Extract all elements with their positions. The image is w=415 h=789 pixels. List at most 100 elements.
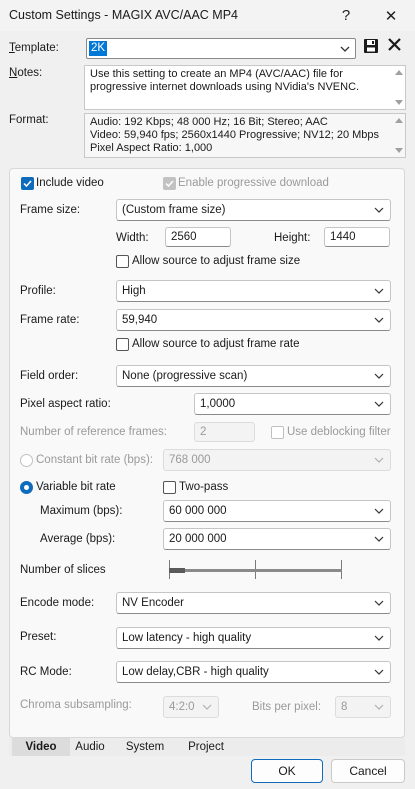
height-value: 1440 xyxy=(330,231,356,243)
format-scrollbar[interactable] xyxy=(394,116,404,155)
slices-slider-thumb[interactable] xyxy=(169,568,185,573)
pixel-aspect-dropdown[interactable]: 1,0000 xyxy=(194,393,391,415)
tab-bar: Video Audio System Project xyxy=(9,738,405,756)
tab-audio[interactable]: Audio xyxy=(70,738,110,756)
profile-label: Profile: xyxy=(20,285,56,297)
format-line-par: Pixel Aspect Ratio: 1,000 xyxy=(90,142,213,154)
profile-dropdown[interactable]: High xyxy=(116,280,391,302)
two-pass-label: Two-pass xyxy=(179,481,229,493)
format-line-video: Video: 59,940 fps; 2560x1440 Progressive… xyxy=(90,129,380,141)
encode-mode-label: Encode mode: xyxy=(20,597,95,609)
close-icon: ✕ xyxy=(384,7,398,25)
frame-size-value: (Custom frame size) xyxy=(122,204,226,216)
constant-bit-rate-radio[interactable] xyxy=(20,454,33,467)
notes-label: Notes: xyxy=(9,67,43,79)
maximum-value: 60 000 000 xyxy=(169,505,227,517)
tab-project[interactable]: Project xyxy=(179,738,233,756)
template-combo[interactable]: 2K xyxy=(86,38,356,59)
frame-size-dropdown[interactable]: (Custom frame size) xyxy=(116,199,391,221)
tab-video[interactable]: Video xyxy=(12,738,70,756)
variable-bit-rate-radio[interactable] xyxy=(20,481,33,494)
chevron-down-icon xyxy=(374,373,384,379)
field-order-label: Field order: xyxy=(20,370,79,382)
chevron-down-icon xyxy=(374,401,384,407)
bits-per-pixel-value: 8 xyxy=(341,701,348,713)
ok-button[interactable]: OK xyxy=(251,759,323,783)
frame-rate-value: 59,940 xyxy=(122,314,158,326)
chevron-down-icon xyxy=(374,457,384,463)
width-input[interactable]: 2560 xyxy=(165,227,231,247)
chroma-dropdown: 4:2:0 xyxy=(163,696,219,718)
average-dropdown[interactable]: 20 000 000 xyxy=(163,528,391,550)
allow-frame-rate-label: Allow source to adjust frame rate xyxy=(132,338,300,350)
bits-per-pixel-dropdown: 8 xyxy=(335,696,391,718)
allow-frame-rate-checkbox[interactable] xyxy=(116,338,129,351)
save-template-icon[interactable] xyxy=(363,38,379,54)
constant-bit-rate-label: Constant bit rate (bps): xyxy=(36,454,153,466)
width-value: 2560 xyxy=(171,231,197,243)
constant-bit-rate-dropdown: 768 000 xyxy=(163,449,391,471)
encode-mode-value: NV Encoder xyxy=(122,597,185,609)
allow-frame-size-checkbox[interactable] xyxy=(116,255,129,268)
field-order-dropdown[interactable]: None (progressive scan) xyxy=(116,365,391,387)
slices-slider-track[interactable] xyxy=(169,569,342,572)
checkmark-icon xyxy=(165,180,174,188)
allow-frame-size-label: Allow source to adjust frame size xyxy=(132,255,301,267)
include-video-checkbox[interactable] xyxy=(21,177,34,190)
notes-textarea[interactable]: Use this setting to create an MP4 (AVC/A… xyxy=(84,65,406,110)
ref-frames-input: 2 xyxy=(194,422,255,442)
close-button[interactable]: ✕ xyxy=(371,0,411,31)
scroll-down-icon xyxy=(395,148,403,153)
width-label: Width: xyxy=(116,232,149,244)
deblocking-checkbox xyxy=(271,426,284,439)
pixel-aspect-value: 1,0000 xyxy=(200,398,236,410)
chevron-down-icon xyxy=(202,704,212,710)
scroll-up-icon xyxy=(395,118,403,123)
constant-bit-rate-value: 768 000 xyxy=(169,454,211,466)
chevron-down-icon xyxy=(374,207,384,213)
slices-label: Number of slices xyxy=(20,564,106,576)
maximum-label: Maximum (bps): xyxy=(40,505,123,517)
format-label: Format: xyxy=(9,114,49,126)
chroma-label: Chroma subsampling: xyxy=(20,699,132,711)
format-line-audio: Audio: 192 Kbps; 48 000 Hz; 16 Bit; Ster… xyxy=(90,116,328,128)
include-video-label: Include video xyxy=(36,177,104,189)
deblocking-label: Use deblocking filter xyxy=(287,426,391,438)
bits-per-pixel-label: Bits per pixel: xyxy=(252,701,322,713)
cancel-button[interactable]: Cancel xyxy=(331,759,405,783)
variable-bit-rate-label: Variable bit rate xyxy=(36,481,116,493)
average-label: Average (bps): xyxy=(40,533,116,545)
window-title: Custom Settings - MAGIX AVC/AAC MP4 xyxy=(9,8,239,22)
preset-dropdown[interactable]: Low latency - high quality xyxy=(116,627,391,649)
chevron-down-icon xyxy=(374,288,384,294)
rc-mode-dropdown[interactable]: Low delay,CBR - high quality xyxy=(116,661,391,683)
frame-rate-label: Frame rate: xyxy=(20,314,80,326)
height-input[interactable]: 1440 xyxy=(324,227,390,247)
two-pass-checkbox[interactable] xyxy=(163,481,176,494)
tab-system[interactable]: System xyxy=(117,738,173,756)
notes-text: Use this setting to create an MP4 (AVC/A… xyxy=(90,68,360,93)
help-button[interactable]: ? xyxy=(326,0,366,31)
scroll-down-icon xyxy=(395,100,403,105)
chevron-down-icon xyxy=(374,635,384,641)
field-order-value: None (progressive scan) xyxy=(122,370,248,382)
chevron-down-icon xyxy=(374,600,384,606)
encode-mode-dropdown[interactable]: NV Encoder xyxy=(116,592,391,614)
preset-label: Preset: xyxy=(20,631,57,643)
rc-mode-label: RC Mode: xyxy=(20,666,72,678)
chevron-down-icon xyxy=(374,508,384,514)
template-value[interactable]: 2K xyxy=(89,41,108,56)
rc-mode-value: Low delay,CBR - high quality xyxy=(122,666,269,678)
progressive-download-label: Enable progressive download xyxy=(178,177,329,189)
delete-template-icon[interactable] xyxy=(387,37,402,52)
progressive-download-checkbox xyxy=(163,177,176,190)
format-summary: Audio: 192 Kbps; 48 000 Hz; 16 Bit; Ster… xyxy=(84,113,406,158)
chevron-down-icon xyxy=(374,536,384,542)
chevron-down-icon xyxy=(374,704,384,710)
frame-rate-dropdown[interactable]: 59,940 xyxy=(116,309,391,331)
notes-scrollbar[interactable] xyxy=(394,68,404,107)
profile-value: High xyxy=(122,285,146,297)
template-label: Template: xyxy=(9,42,59,54)
maximum-dropdown[interactable]: 60 000 000 xyxy=(163,500,391,522)
help-icon: ? xyxy=(341,7,351,24)
